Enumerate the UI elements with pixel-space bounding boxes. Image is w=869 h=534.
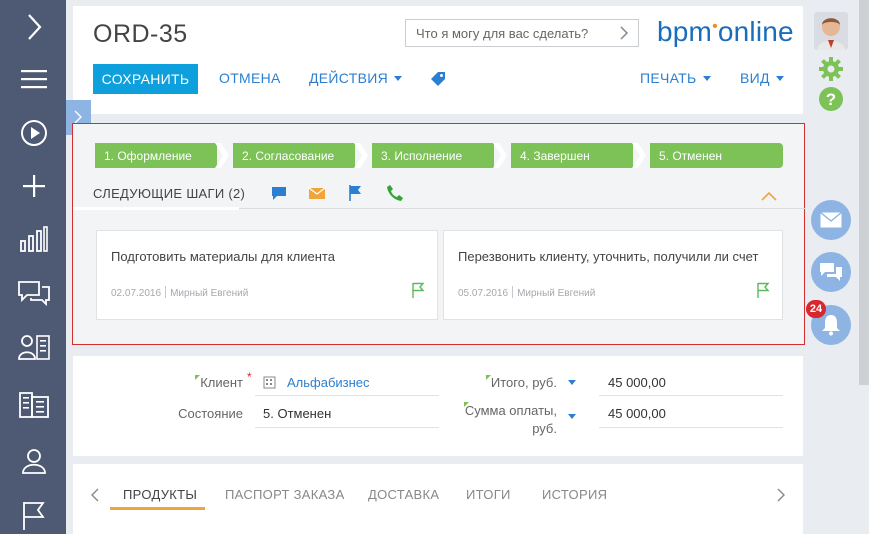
stage-2[interactable]: 2. Согласование bbox=[233, 143, 355, 168]
chevron-down-icon bbox=[394, 76, 402, 81]
search-placeholder: Что я могу для вас сделать? bbox=[416, 26, 589, 41]
task-meta: 05.07.2016 Мирный Евгений bbox=[458, 286, 596, 299]
order-fields: Клиент * Альфабизнес Состояние 5. Отмене… bbox=[73, 356, 803, 456]
stage-separator bbox=[493, 143, 507, 168]
stage-separator bbox=[632, 143, 646, 168]
chevron-right-icon[interactable] bbox=[619, 26, 629, 40]
stage-3[interactable]: 3. Исполнение bbox=[372, 143, 494, 168]
stage-5[interactable]: 5. Отменен bbox=[650, 143, 783, 168]
field-underline bbox=[255, 395, 439, 396]
user-icon[interactable] bbox=[13, 440, 55, 482]
print-menu[interactable]: ПЕЧАТЬ bbox=[640, 70, 711, 86]
notification-count-badge: 24 bbox=[806, 300, 826, 318]
paid-field[interactable]: 45 000,00 bbox=[608, 406, 666, 421]
field-underline bbox=[599, 427, 783, 428]
stage-separator bbox=[215, 143, 229, 168]
command-search-input[interactable]: Что я могу для вас сделать? bbox=[405, 19, 639, 47]
paid-label: Сумма оплаты, руб. bbox=[464, 403, 557, 436]
chat-icon bbox=[820, 263, 842, 281]
email-panel-button[interactable] bbox=[811, 200, 851, 240]
complete-flag-icon[interactable] bbox=[756, 282, 770, 298]
cancel-button[interactable]: ОТМЕНА bbox=[219, 70, 281, 86]
avatar[interactable] bbox=[814, 12, 848, 50]
tab-products[interactable]: ПРОДУКТЫ bbox=[123, 487, 197, 502]
tab-order-passport[interactable]: ПАСПОРТ ЗАКАЗА bbox=[225, 487, 345, 502]
chevron-down-icon[interactable] bbox=[568, 414, 576, 419]
state-label: Состояние bbox=[178, 406, 243, 421]
page-title: ORD-35 bbox=[93, 20, 188, 48]
stage-1[interactable]: 1. Оформление bbox=[95, 143, 217, 168]
field-underline bbox=[599, 395, 783, 396]
task-card[interactable]: Перезвонить клиенту, уточнить, получили … bbox=[443, 230, 783, 320]
svg-text:?: ? bbox=[826, 90, 836, 109]
tab-delivery[interactable]: ДОСТАВКА bbox=[368, 487, 439, 502]
chevron-down-icon bbox=[702, 76, 711, 81]
bpmonline-logo: bpm•online bbox=[657, 16, 794, 47]
feed-icon[interactable] bbox=[13, 272, 55, 314]
flag-icon[interactable] bbox=[346, 184, 364, 202]
scrollbar-thumb[interactable] bbox=[859, 0, 869, 385]
chevron-up-icon[interactable] bbox=[761, 191, 777, 201]
chevron-right-icon[interactable] bbox=[777, 488, 786, 502]
save-button[interactable]: СОХРАНИТЬ bbox=[93, 64, 198, 94]
stage-bar: 1. Оформление 2. Согласование 3. Исполне… bbox=[95, 143, 783, 168]
analytics-icon[interactable] bbox=[13, 218, 55, 260]
next-steps-tab-underline bbox=[73, 207, 239, 210]
client-field[interactable]: Альфабизнес bbox=[287, 375, 370, 390]
chevron-right-icon bbox=[74, 110, 82, 124]
record-header: ORD-35 Что я могу для вас сделать? bpm•o… bbox=[73, 6, 803, 114]
chevron-left-icon[interactable] bbox=[90, 488, 99, 502]
email-icon[interactable] bbox=[308, 184, 326, 202]
tag-icon[interactable] bbox=[430, 71, 446, 87]
help-icon[interactable]: ? bbox=[818, 86, 844, 112]
gear-icon[interactable] bbox=[818, 56, 844, 82]
stage-separator bbox=[354, 143, 368, 168]
task-card[interactable]: Подготовить материалы для клиента 02.07.… bbox=[96, 230, 438, 320]
email-icon bbox=[820, 212, 842, 228]
accounts-icon[interactable] bbox=[13, 384, 55, 426]
task-meta: 02.07.2016 Мирный Евгений bbox=[111, 286, 249, 299]
left-navigation bbox=[0, 0, 66, 534]
tab-results[interactable]: ИТОГИ bbox=[466, 487, 511, 502]
detail-tabs: ПРОДУКТЫ ПАСПОРТ ЗАКАЗА ДОСТАВКА ИТОГИ И… bbox=[73, 464, 803, 534]
chevron-down-icon[interactable] bbox=[568, 380, 576, 385]
stage-4[interactable]: 4. Завершен bbox=[511, 143, 633, 168]
required-asterisk: * bbox=[247, 370, 252, 384]
client-label: Клиент bbox=[200, 375, 243, 390]
active-tab-underline bbox=[110, 507, 205, 510]
total-field[interactable]: 45 000,00 bbox=[608, 375, 666, 390]
field-underline bbox=[255, 427, 439, 428]
contacts-icon[interactable] bbox=[13, 326, 55, 368]
task-title: Подготовить материалы для клиента bbox=[111, 249, 335, 264]
dcm-stage-panel: 1. Оформление 2. Согласование 3. Исполне… bbox=[72, 123, 806, 345]
expand-icon[interactable] bbox=[13, 6, 55, 48]
phone-icon[interactable] bbox=[386, 184, 404, 202]
add-icon[interactable] bbox=[13, 165, 55, 207]
total-label: Итого, руб. bbox=[490, 375, 557, 390]
chevron-down-icon bbox=[775, 76, 784, 81]
play-icon[interactable] bbox=[13, 112, 55, 154]
feed-panel-button[interactable] bbox=[811, 252, 851, 292]
view-menu[interactable]: ВИД bbox=[740, 70, 784, 86]
menu-icon[interactable] bbox=[13, 58, 55, 100]
chat-icon[interactable] bbox=[270, 184, 288, 202]
task-title: Перезвонить клиенту, уточнить, получили … bbox=[458, 249, 759, 264]
next-steps-title[interactable]: СЛЕДУЮЩИЕ ШАГИ (2) bbox=[93, 186, 245, 201]
state-field[interactable]: 5. Отменен bbox=[263, 406, 331, 421]
flag-icon[interactable] bbox=[13, 494, 55, 534]
complete-flag-icon[interactable] bbox=[411, 282, 425, 298]
bell-icon bbox=[822, 315, 840, 336]
actions-menu[interactable]: ДЕЙСТВИЯ bbox=[309, 70, 402, 86]
account-icon bbox=[263, 376, 276, 389]
tab-history[interactable]: ИСТОРИЯ bbox=[542, 487, 607, 502]
